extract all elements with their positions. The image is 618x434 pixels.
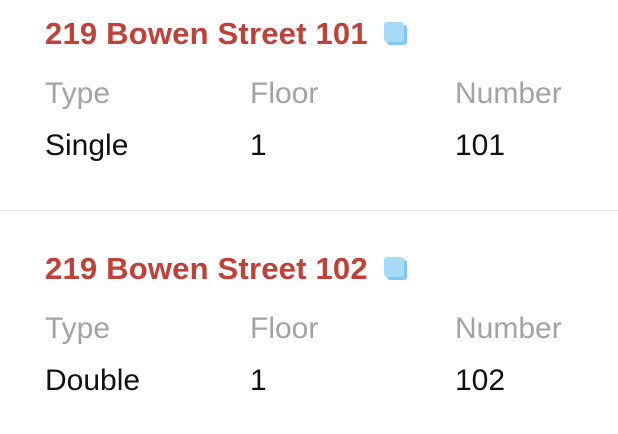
number-label: Number xyxy=(455,77,562,110)
floor-value: 1 xyxy=(250,364,267,397)
number-value: 101 xyxy=(455,129,506,162)
type-column: Type Single xyxy=(45,72,128,168)
unit-title[interactable]: 219 Bowen Street 101 xyxy=(45,14,368,54)
type-label: Type xyxy=(45,312,111,345)
unit-title-row: 219 Bowen Street 101 xyxy=(45,14,408,54)
number-value: 102 xyxy=(455,364,506,397)
unit-list: 219 Bowen Street 101 Type Single Floor 1… xyxy=(0,0,618,434)
floor-value: 1 xyxy=(250,129,267,162)
number-column: Number 101 xyxy=(455,72,562,168)
type-value: Single xyxy=(45,129,129,162)
unit-card[interactable]: 219 Bowen Street 102 Type Double Floor 1… xyxy=(0,211,618,434)
unit-card[interactable]: 219 Bowen Street 101 Type Single Floor 1… xyxy=(0,0,618,210)
copy-icon-front xyxy=(383,257,404,277)
copy-icon[interactable] xyxy=(383,22,408,46)
type-label: Type xyxy=(45,77,111,110)
number-column: Number 102 xyxy=(455,307,562,403)
unit-title-row: 219 Bowen Street 102 xyxy=(45,249,408,289)
unit-title[interactable]: 219 Bowen Street 102 xyxy=(45,249,368,289)
copy-icon[interactable] xyxy=(383,257,408,281)
type-column: Type Double xyxy=(45,307,140,403)
floor-column: Floor 1 xyxy=(250,72,318,168)
floor-label: Floor xyxy=(250,312,319,345)
floor-column: Floor 1 xyxy=(250,307,318,403)
copy-icon-front xyxy=(383,22,404,42)
number-label: Number xyxy=(455,312,562,345)
floor-label: Floor xyxy=(250,77,319,110)
type-value: Double xyxy=(45,364,141,397)
